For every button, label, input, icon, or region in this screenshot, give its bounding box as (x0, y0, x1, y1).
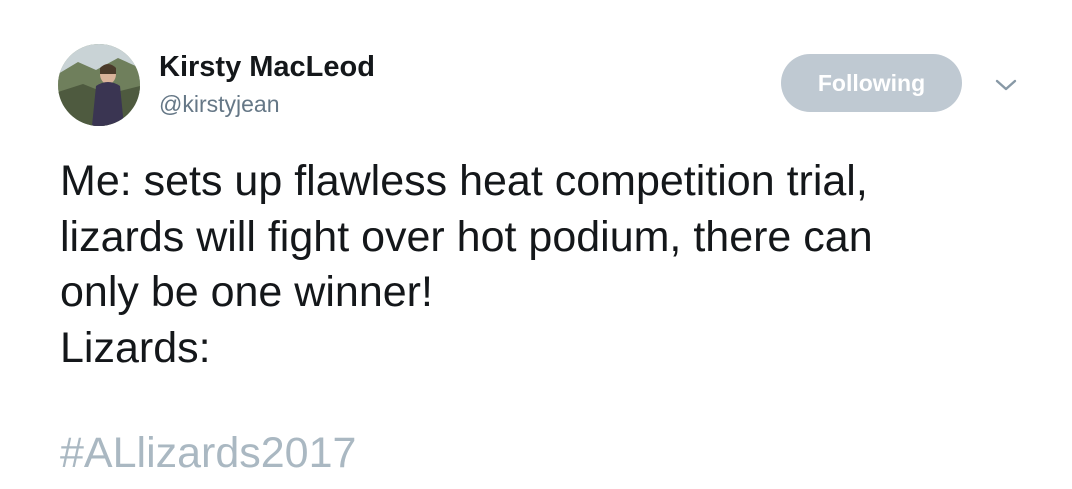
tweet-card: Kirsty MacLeod @kirstyjean Following Me:… (0, 0, 1072, 489)
following-button[interactable]: Following (781, 54, 962, 112)
author-handle[interactable]: @kirstyjean (159, 90, 280, 118)
tweet-line: Me: sets up flawless heat competition tr… (60, 157, 868, 205)
chevron-down-icon[interactable] (993, 76, 1019, 94)
author-display-name[interactable]: Kirsty MacLeod (159, 50, 375, 84)
tweet-line: Lizards: (60, 323, 211, 372)
tweet-body: Me: sets up flawless heat competition tr… (60, 154, 1020, 376)
profile-photo-icon (58, 44, 140, 126)
tweet-line: lizards will fight over hot podium, ther… (60, 212, 873, 261)
tweet-line: only be one winner! (60, 268, 433, 316)
hashtag-link[interactable]: #ALlizards2017 (60, 426, 356, 481)
avatar[interactable] (58, 44, 140, 126)
